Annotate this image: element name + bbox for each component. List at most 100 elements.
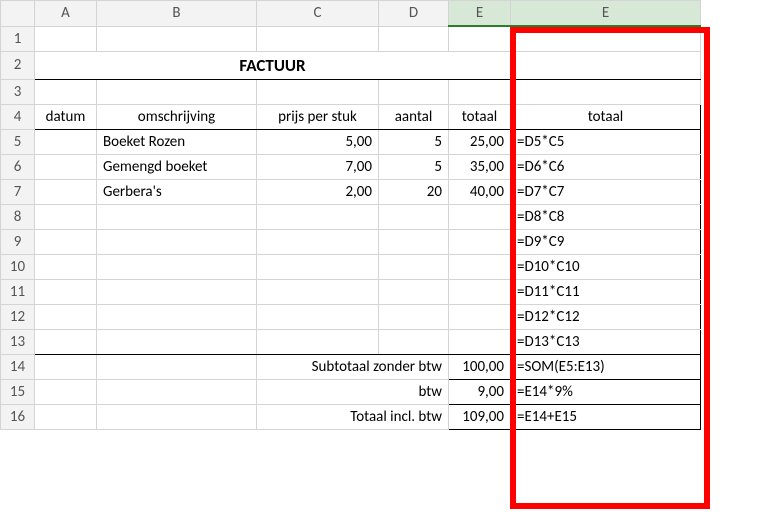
cell-D1[interactable] xyxy=(379,26,449,51)
cell-C11[interactable] xyxy=(257,279,379,304)
row-header-15[interactable]: 15 xyxy=(1,379,35,404)
cell-D3[interactable] xyxy=(379,79,449,104)
cell-C13[interactable] xyxy=(257,329,379,354)
row-header-1[interactable]: 1 xyxy=(1,26,35,51)
col-header-A[interactable]: A xyxy=(35,1,97,27)
cell-C4[interactable]: prijs per stuk xyxy=(257,104,379,129)
cell-B4[interactable]: omschrijving xyxy=(97,104,257,129)
cell-F8[interactable]: =D8*C8 xyxy=(511,204,701,229)
row-header-16[interactable]: 16 xyxy=(1,404,35,429)
col-header-D[interactable]: D xyxy=(379,1,449,27)
cell-A5[interactable] xyxy=(35,129,97,154)
cell-E9[interactable] xyxy=(449,229,511,254)
cell-E10[interactable] xyxy=(449,254,511,279)
cell-D13[interactable] xyxy=(379,329,449,354)
row-header-14[interactable]: 14 xyxy=(1,354,35,379)
cell-D8[interactable] xyxy=(379,204,449,229)
cell-C8[interactable] xyxy=(257,204,379,229)
cell-B9[interactable] xyxy=(97,229,257,254)
row-header-5[interactable]: 5 xyxy=(1,129,35,154)
col-header-E-formulas[interactable]: E xyxy=(511,1,701,27)
cell-B5[interactable]: Boeket Rozen xyxy=(97,129,257,154)
cell-E8[interactable] xyxy=(449,204,511,229)
cell-E7[interactable]: 40,00 xyxy=(449,179,511,204)
row-header-11[interactable]: 11 xyxy=(1,279,35,304)
row-header-13[interactable]: 13 xyxy=(1,329,35,354)
cell-F7[interactable]: =D7*C7 xyxy=(511,179,701,204)
cell-A9[interactable] xyxy=(35,229,97,254)
cell-A3[interactable] xyxy=(35,79,97,104)
row-header-2[interactable]: 2 xyxy=(1,51,35,79)
cell-F9[interactable]: =D9*C9 xyxy=(511,229,701,254)
cell-E13[interactable] xyxy=(449,329,511,354)
cell-D12[interactable] xyxy=(379,304,449,329)
col-header-B[interactable]: B xyxy=(97,1,257,27)
cell-B1[interactable] xyxy=(97,26,257,51)
cell-F14[interactable]: =SOM(E5:E13) xyxy=(511,354,701,379)
row-header-7[interactable]: 7 xyxy=(1,179,35,204)
select-all-corner[interactable] xyxy=(1,1,35,27)
cell-A6[interactable] xyxy=(35,154,97,179)
cell-C5[interactable]: 5,00 xyxy=(257,129,379,154)
cell-A1[interactable] xyxy=(35,26,97,51)
row-header-4[interactable]: 4 xyxy=(1,104,35,129)
cell-E5[interactable]: 25,00 xyxy=(449,129,511,154)
cell-B13[interactable] xyxy=(97,329,257,354)
cell-E14[interactable]: 100,00 xyxy=(449,354,511,379)
cell-C7[interactable]: 2,00 xyxy=(257,179,379,204)
cell-D4[interactable]: aantal xyxy=(379,104,449,129)
cell-E15[interactable]: 9,00 xyxy=(449,379,511,404)
cell-E1[interactable] xyxy=(449,26,511,51)
cell-F2[interactable] xyxy=(511,51,701,79)
cell-E6[interactable]: 35,00 xyxy=(449,154,511,179)
cell-C3[interactable] xyxy=(257,79,379,104)
cell-B16[interactable] xyxy=(97,404,257,429)
cell-C9[interactable] xyxy=(257,229,379,254)
cell-A7[interactable] xyxy=(35,179,97,204)
cell-A11[interactable] xyxy=(35,279,97,304)
cell-D7[interactable]: 20 xyxy=(379,179,449,204)
cell-F13[interactable]: =D13*C13 xyxy=(511,329,701,354)
cell-subtotal-label[interactable]: Subtotaal zonder btw xyxy=(257,354,449,379)
cell-E4[interactable]: totaal xyxy=(449,104,511,129)
cell-C6[interactable]: 7,00 xyxy=(257,154,379,179)
cell-E12[interactable] xyxy=(449,304,511,329)
cell-B3[interactable] xyxy=(97,79,257,104)
cell-A10[interactable] xyxy=(35,254,97,279)
cell-F4[interactable]: totaal xyxy=(511,104,701,129)
col-header-E[interactable]: E xyxy=(449,1,511,27)
cell-A14[interactable] xyxy=(35,354,97,379)
cell-total-label[interactable]: Totaal incl. btw xyxy=(257,404,449,429)
cell-B8[interactable] xyxy=(97,204,257,229)
row-header-8[interactable]: 8 xyxy=(1,204,35,229)
cell-F16[interactable]: =E14+E15 xyxy=(511,404,701,429)
cell-A13[interactable] xyxy=(35,329,97,354)
cell-F10[interactable]: =D10*C10 xyxy=(511,254,701,279)
row-header-12[interactable]: 12 xyxy=(1,304,35,329)
cell-A4[interactable]: datum xyxy=(35,104,97,129)
cell-F5[interactable]: =D5*C5 xyxy=(511,129,701,154)
cell-B10[interactable] xyxy=(97,254,257,279)
cell-D6[interactable]: 5 xyxy=(379,154,449,179)
cell-F15[interactable]: =E14*9% xyxy=(511,379,701,404)
cell-D9[interactable] xyxy=(379,229,449,254)
cell-A12[interactable] xyxy=(35,304,97,329)
cell-B6[interactable]: Gemengd boeket xyxy=(97,154,257,179)
row-header-3[interactable]: 3 xyxy=(1,79,35,104)
col-header-C[interactable]: C xyxy=(257,1,379,27)
row-header-9[interactable]: 9 xyxy=(1,229,35,254)
cell-C1[interactable] xyxy=(257,26,379,51)
cell-A16[interactable] xyxy=(35,404,97,429)
cell-title[interactable]: FACTUUR xyxy=(35,51,511,79)
cell-C12[interactable] xyxy=(257,304,379,329)
cell-B12[interactable] xyxy=(97,304,257,329)
cell-F12[interactable]: =D12*C12 xyxy=(511,304,701,329)
cell-F11[interactable]: =D11*C11 xyxy=(511,279,701,304)
cell-btw-label[interactable]: btw xyxy=(257,379,449,404)
row-header-10[interactable]: 10 xyxy=(1,254,35,279)
cell-F3[interactable] xyxy=(511,79,701,104)
row-header-6[interactable]: 6 xyxy=(1,154,35,179)
cell-E16[interactable]: 109,00 xyxy=(449,404,511,429)
cell-F1[interactable] xyxy=(511,26,701,51)
cell-B7[interactable]: Gerbera's xyxy=(97,179,257,204)
